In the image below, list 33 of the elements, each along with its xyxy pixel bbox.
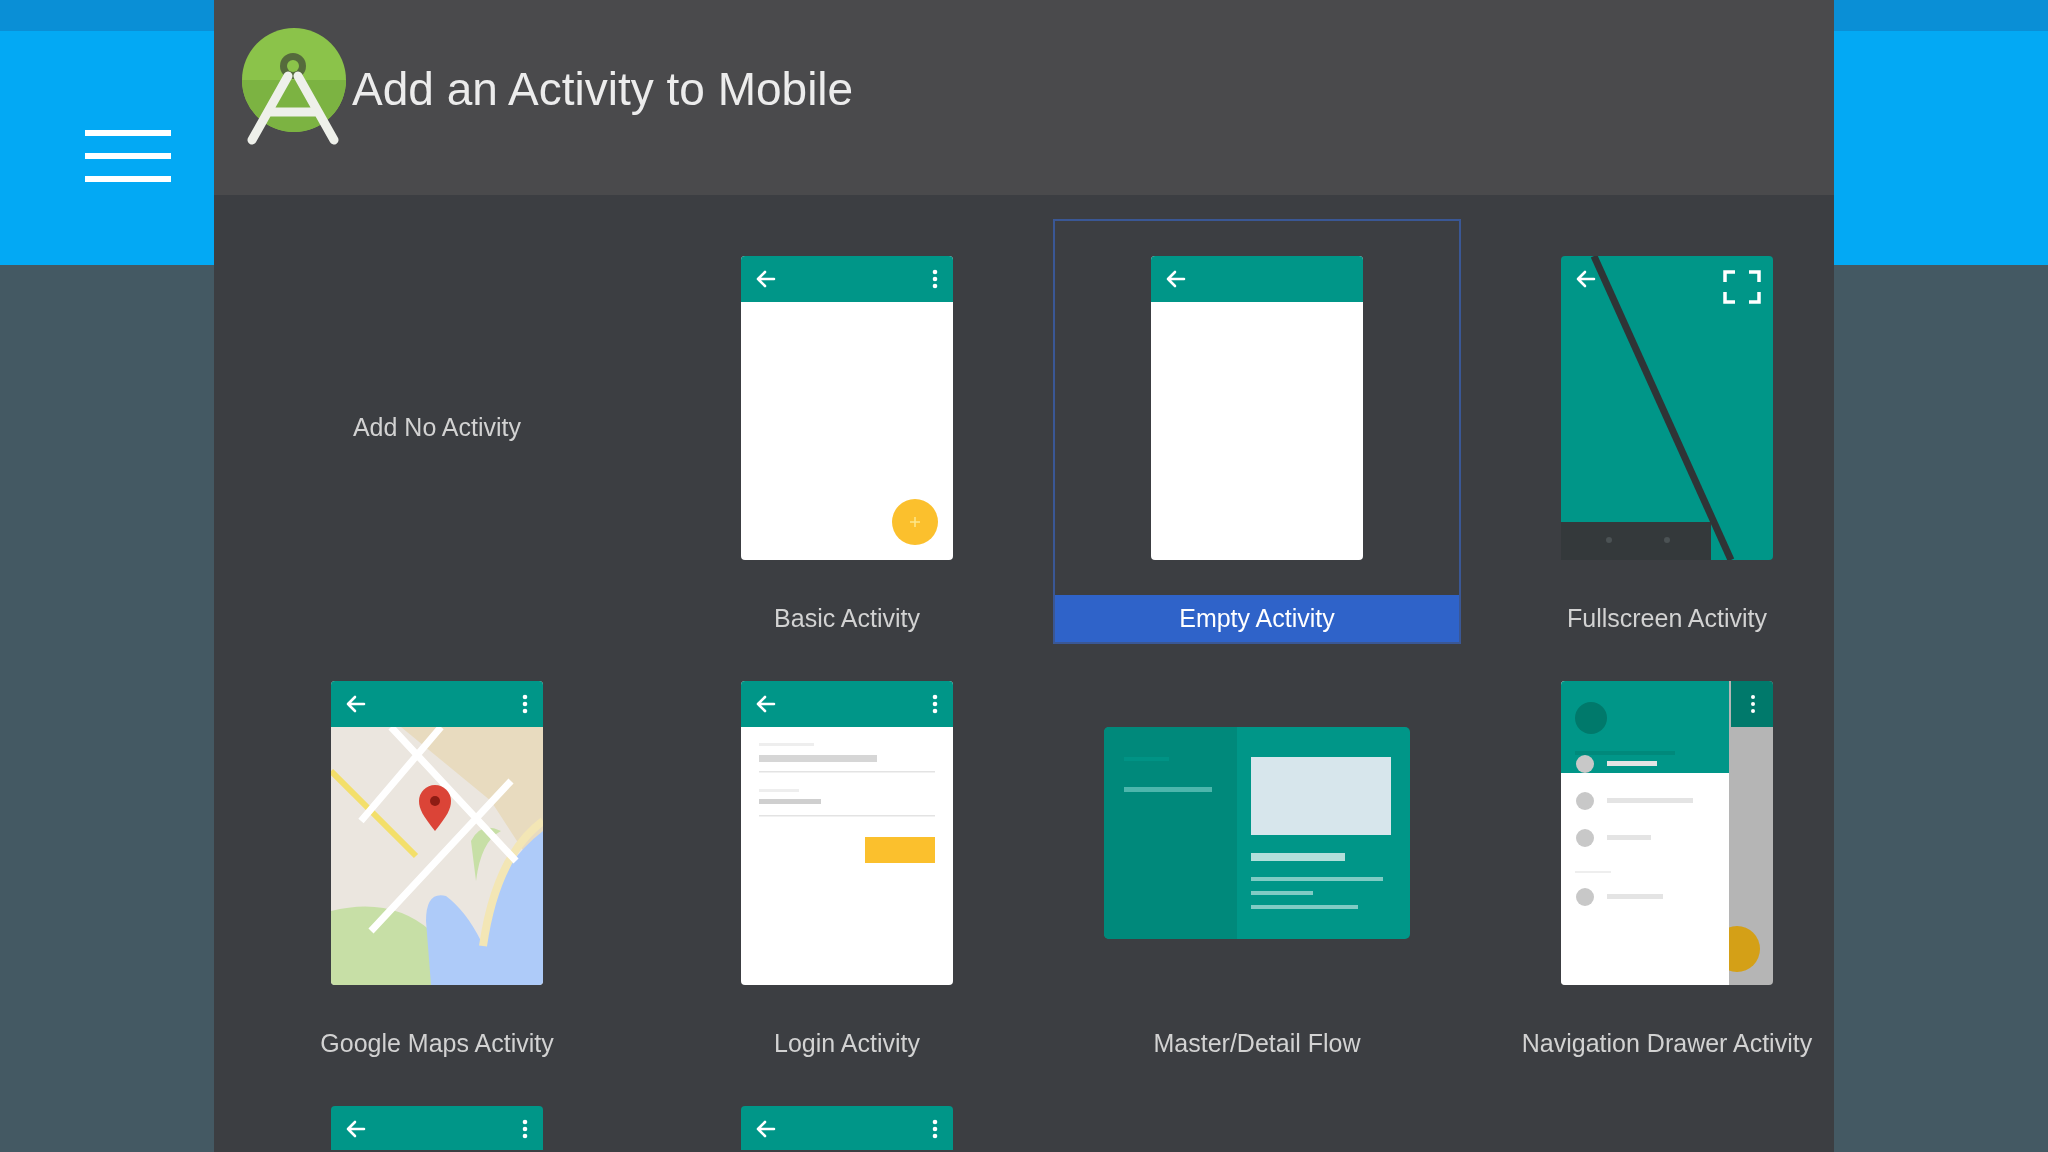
more-options-icon bbox=[932, 694, 938, 714]
activity-template-option[interactable]: Empty Activity bbox=[1053, 219, 1461, 644]
option-label: Add No Activity bbox=[351, 412, 523, 443]
back-arrow-icon bbox=[756, 695, 776, 713]
more-options-icon bbox=[932, 1119, 938, 1139]
option-label: Google Maps Activity bbox=[319, 1028, 555, 1059]
back-arrow-icon bbox=[1166, 270, 1186, 288]
activity-template-option[interactable]: Login Activity bbox=[643, 644, 1051, 1069]
activity-template-option[interactable]: Add No Activity bbox=[233, 219, 641, 644]
activity-template-option[interactable]: Master/Detail Flow bbox=[1053, 644, 1461, 1069]
activity-template-option[interactable]: Google Maps Activity bbox=[233, 644, 641, 1069]
floating-action-button-icon bbox=[892, 499, 938, 545]
activity-template-option[interactable]: Basic Activity bbox=[643, 219, 1051, 644]
back-arrow-icon bbox=[346, 695, 366, 713]
activity-template-option[interactable]: Fullscreen Activity bbox=[1463, 219, 1834, 644]
option-label: Login Activity bbox=[773, 1028, 921, 1059]
option-label: Navigation Drawer Activity bbox=[1520, 1028, 1814, 1059]
option-label: Fullscreen Activity bbox=[1565, 603, 1769, 634]
more-options-icon bbox=[522, 694, 528, 714]
option-label: Master/Detail Flow bbox=[1152, 1028, 1362, 1059]
activity-template-option[interactable]: Navigation Drawer Activity bbox=[1463, 644, 1834, 1069]
more-options-icon bbox=[932, 269, 938, 289]
back-arrow-icon bbox=[1576, 270, 1596, 288]
back-arrow-icon bbox=[756, 270, 776, 288]
option-label: Empty Activity bbox=[1055, 595, 1459, 642]
back-arrow-icon bbox=[346, 1120, 366, 1138]
menu-icon[interactable] bbox=[85, 130, 171, 182]
map-pin-icon bbox=[419, 785, 451, 831]
back-arrow-icon bbox=[756, 1120, 776, 1138]
dialog-title: Add an Activity to Mobile bbox=[352, 62, 854, 116]
option-label: Basic Activity bbox=[773, 603, 921, 634]
more-options-icon bbox=[522, 1119, 528, 1139]
fullscreen-icon bbox=[1723, 270, 1761, 304]
